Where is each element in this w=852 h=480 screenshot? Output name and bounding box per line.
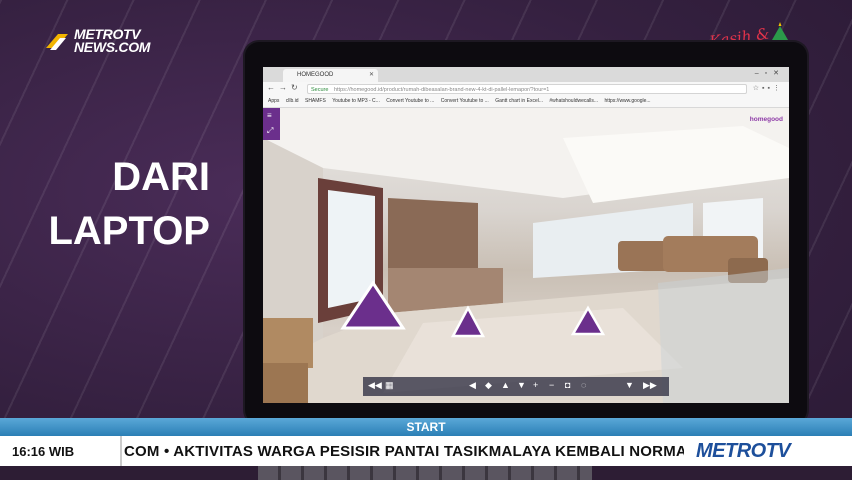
url-input[interactable]: Secure https://homegood.id/product/rumah…	[307, 84, 747, 94]
collapse-icon[interactable]: ▼	[625, 380, 634, 390]
menu-icon[interactable]: ≡	[267, 111, 272, 120]
site-brand: homegood	[749, 116, 783, 123]
back-icon[interactable]: ←	[267, 83, 275, 92]
channel-domain: NEWS.COM	[74, 39, 151, 55]
pan-up-icon[interactable]: ▲	[501, 380, 510, 390]
bookmark-item[interactable]: https://www.google...	[604, 96, 650, 107]
ticker-logo-text: METROTV	[696, 440, 791, 462]
bookmark-item[interactable]: Gantt chart in Excel...	[495, 96, 543, 107]
bookmark-item[interactable]: Convert Youtube to ...	[386, 96, 434, 107]
clock-box: 16:16 WIB	[0, 436, 122, 466]
tab-bar: HOMEGOOD ✕ ‒▫✕	[263, 67, 789, 82]
zoom-out-icon[interactable]: −	[549, 380, 554, 390]
bookmark-item[interactable]: Youtube to MP3 - C...	[332, 96, 380, 107]
rotate-icon[interactable]: ◆	[485, 380, 492, 391]
viewer-sidebar[interactable]: ≡ ⤢	[263, 108, 280, 140]
metrotv-logo-icon	[46, 34, 68, 50]
gyroscope-icon[interactable]: ◌	[581, 380, 586, 390]
clock: 16:16 WIB	[12, 444, 75, 459]
secure-label: Secure	[311, 87, 329, 93]
browser-tab[interactable]: HOMEGOOD ✕	[283, 69, 378, 82]
fullscreen-icon[interactable]: ⤢	[267, 126, 273, 136]
heading-line2: LAPTOP	[48, 209, 210, 253]
segment-heading: DARI LAPTOP	[20, 150, 210, 258]
fast-forward-icon[interactable]: ▶▶	[643, 380, 657, 391]
viewer-controls: ◀◀ ▦ ◀ ◆ ▲ ▼ + − ◘ ◌ ▼ ▶▶	[363, 377, 669, 396]
close-icon[interactable]: ✕	[369, 69, 374, 82]
heading-line1: DARI	[112, 155, 210, 199]
segment-bar: START	[0, 418, 852, 436]
laptop-keyboard	[258, 466, 592, 480]
bookmarks-bar: Apps cllb.id SHAMFS Youtube to MP3 - C..…	[263, 96, 789, 108]
bookmark-item[interactable]: cllb.id	[286, 96, 299, 107]
channel-logo: METROTV NEWS.COM	[44, 24, 174, 64]
window-controls[interactable]: ‒▫✕	[755, 69, 785, 77]
bookmark-item[interactable]: SHAMFS	[305, 96, 326, 107]
bookmark-item[interactable]: #whatshouldwecalls...	[549, 96, 598, 107]
room-scene	[263, 108, 789, 403]
ticker-logo: METROTV	[684, 436, 852, 466]
pan-left-icon[interactable]: ◀	[469, 380, 476, 391]
address-bar: ← → ↻ Secure https://homegood.id/product…	[263, 82, 789, 97]
zoom-in-icon[interactable]: +	[533, 380, 538, 390]
url-text: https://homegood.id/product/rumah-dibeas…	[333, 87, 550, 93]
ticker-headline: COM • AKTIVITAS WARGA PESISIR PANTAI TAS…	[124, 443, 697, 460]
browser-window: HOMEGOOD ✕ ‒▫✕ ← → ↻ Secure https://home…	[263, 67, 789, 403]
rewind-icon[interactable]: ◀◀	[368, 380, 382, 391]
extension-icons[interactable]: ☆▪▪⋮	[753, 84, 783, 92]
pan-down-icon[interactable]: ▼	[517, 380, 526, 390]
thumbnails-icon[interactable]: ▦	[385, 380, 394, 391]
panorama-viewer[interactable]: ≡ ⤢ homegood ◀◀ ▦ ◀ ◆ ▲ ▼ + − ◘ ◌ ▼ ▶▶	[263, 108, 789, 403]
vr-icon[interactable]: ◘	[565, 380, 570, 390]
bookmark-item[interactable]: Convert Youtube to ...	[441, 96, 489, 107]
reload-icon[interactable]: ↻	[291, 83, 298, 92]
tab-title: HOMEGOOD	[297, 72, 334, 78]
news-ticker: 16:16 WIB COM • AKTIVITAS WARGA PESISIR …	[0, 436, 852, 466]
forward-icon[interactable]: →	[279, 83, 287, 92]
bookmark-item[interactable]: Apps	[268, 96, 279, 107]
segment-label: START	[406, 420, 446, 434]
